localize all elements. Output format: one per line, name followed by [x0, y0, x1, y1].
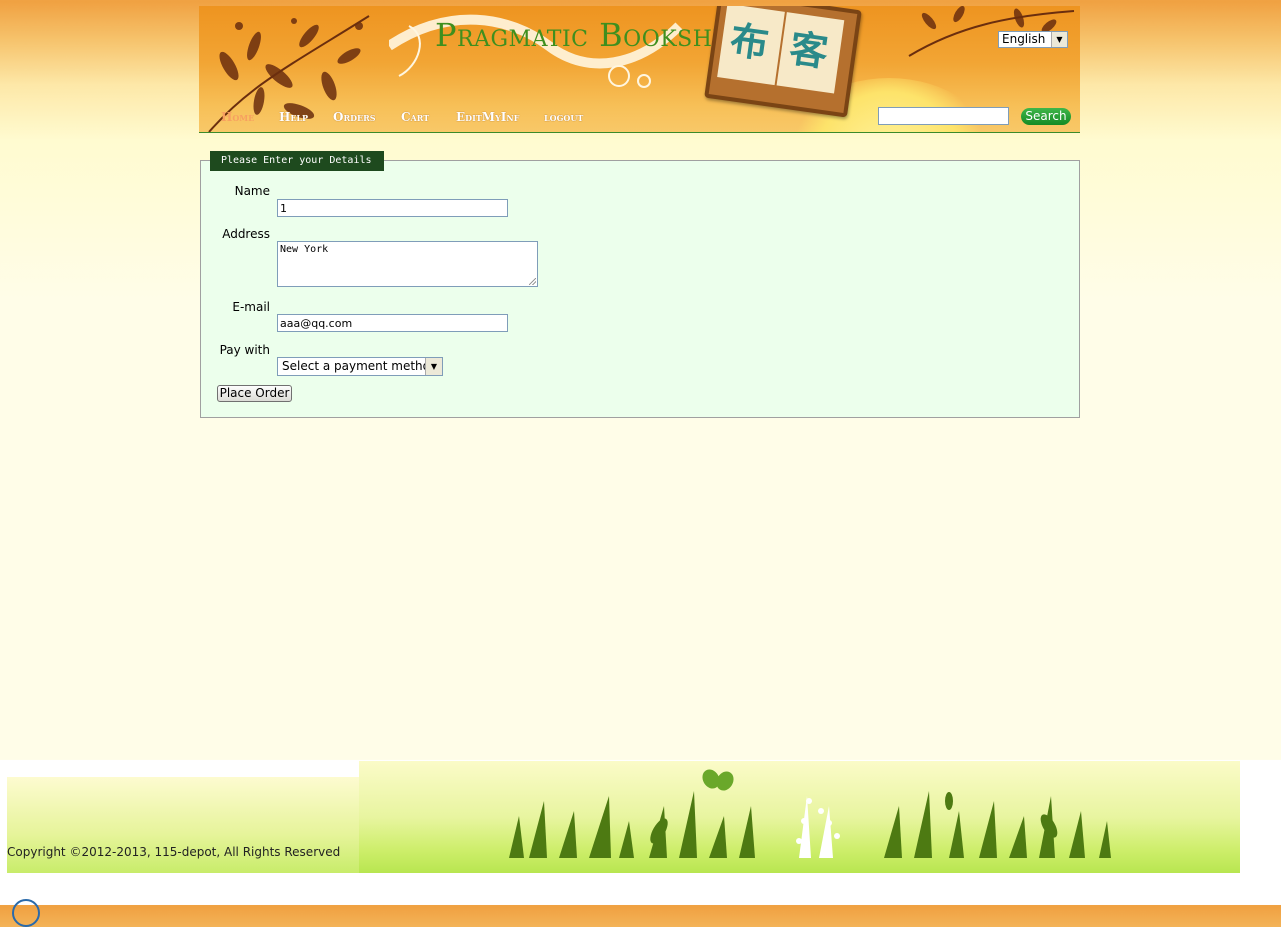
language-select-value: English: [1002, 32, 1046, 46]
fieldset-legend: Please Enter your Details: [210, 151, 384, 171]
place-order-button[interactable]: Place Order: [217, 385, 292, 402]
search-input[interactable]: [878, 107, 1009, 125]
nav-editmyinf[interactable]: EditMyInf: [456, 110, 519, 124]
nav-cart[interactable]: Cart: [401, 110, 429, 124]
address-value: New York: [280, 244, 329, 255]
chevron-down-icon: ▼: [425, 358, 442, 375]
book-sign-logo: 布 客: [704, 6, 862, 118]
grass-decoration: [509, 769, 1111, 858]
chevron-down-icon: ▼: [1051, 32, 1067, 47]
nav-home[interactable]: Home: [221, 110, 254, 124]
sign-char-1: 布: [727, 17, 772, 67]
email-label: E-mail: [232, 300, 270, 314]
pay-label: Pay with: [219, 343, 270, 357]
payment-method-select[interactable]: Select a payment method ▼: [277, 357, 443, 376]
name-field[interactable]: 1: [277, 199, 508, 217]
nav-orders[interactable]: Orders: [333, 110, 376, 124]
resize-grip-icon[interactable]: [529, 278, 536, 285]
payment-method-value: Select a payment method: [282, 359, 438, 373]
nav-logout[interactable]: logout: [544, 110, 583, 124]
name-label: Name: [234, 184, 270, 198]
header-banner: Pragmatic Bookshelf 布 客 English ▼ Home H…: [199, 6, 1080, 133]
language-select[interactable]: English ▼: [998, 31, 1068, 48]
nav-help[interactable]: Help: [279, 110, 308, 124]
copyright-text: Copyright ©2012-2013, 115-depot, All Rig…: [7, 845, 341, 859]
sign-char-2: 客: [786, 26, 831, 75]
address-textarea[interactable]: New York: [277, 241, 538, 287]
search-button[interactable]: Search: [1021, 108, 1071, 125]
email-field[interactable]: aaa@qq.com: [277, 314, 508, 332]
corner-logo-icon: [12, 899, 40, 927]
address-label: Address: [222, 227, 270, 241]
footer-grass-banner: [359, 761, 1240, 873]
